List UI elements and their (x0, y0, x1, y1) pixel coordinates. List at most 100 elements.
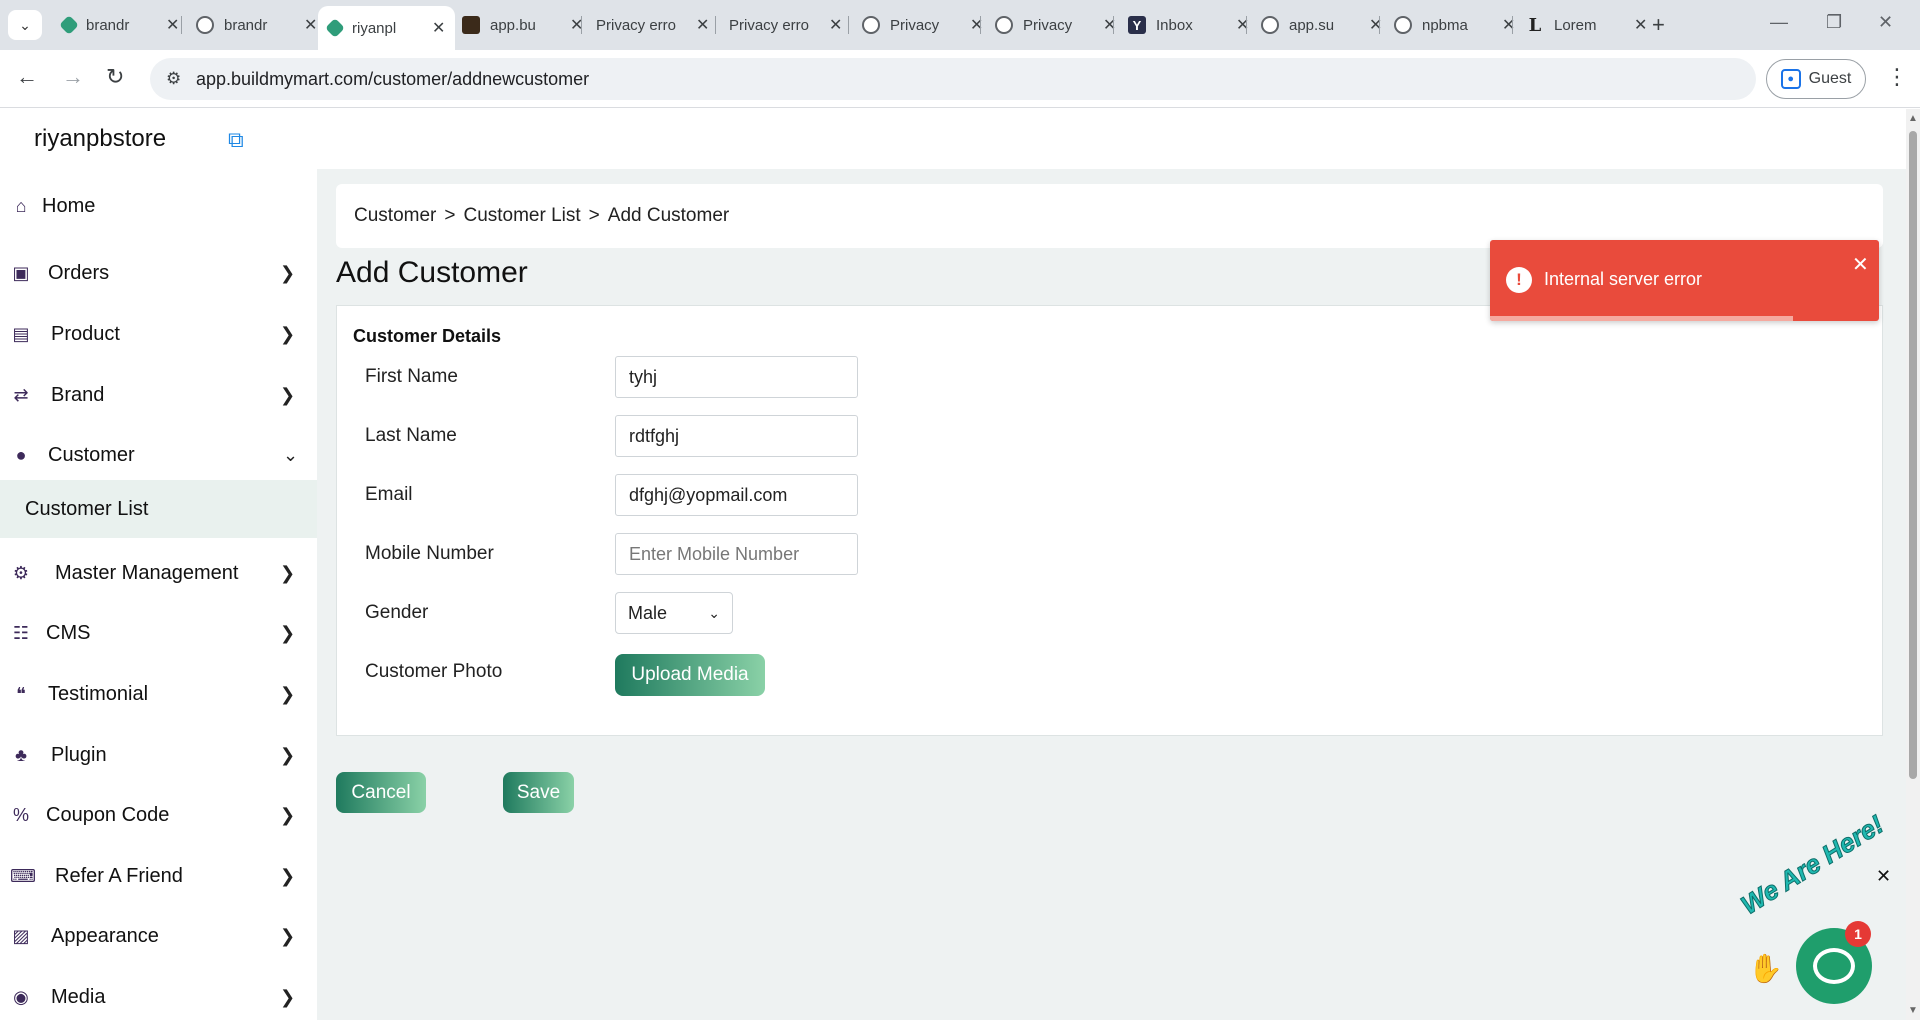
error-exclamation-icon: ! (1506, 267, 1532, 293)
yahoo-icon: Y (1128, 16, 1146, 34)
sidebar-item-orders[interactable]: ▣ Orders ❯ (0, 248, 317, 298)
scroll-up-arrow-icon[interactable]: ▲ (1908, 113, 1918, 124)
sidebar-item-customer[interactable]: ● Customer ⌄ (0, 430, 317, 480)
browser-tab[interactable]: brandr ✕ (186, 8, 327, 42)
tab-title: Privacy erro (596, 16, 677, 34)
app-topbar: riyanpbstore ⧉ (0, 109, 1906, 169)
sidebar-item-testimonial[interactable]: ❝ Testimonial ❯ (0, 669, 317, 719)
image-icon (462, 16, 480, 34)
toast-progress-bar (1490, 316, 1794, 321)
minimize-icon[interactable]: — (1770, 12, 1788, 33)
close-icon[interactable]: ✕ (829, 15, 842, 35)
mobile-number-label: Mobile Number (365, 543, 494, 564)
keyboard-icon: ⌨ (10, 865, 36, 886)
close-icon[interactable]: ✕ (970, 15, 983, 35)
close-icon[interactable]: ✕ (696, 15, 709, 35)
browser-tab[interactable]: Privacy erro ✕ (719, 8, 852, 42)
window-close-icon[interactable]: ✕ (1878, 12, 1893, 33)
tab-search-chevron-icon[interactable]: ⌄ (8, 10, 42, 40)
tab-title: npbma (1422, 16, 1468, 34)
back-arrow-icon[interactable]: ← (16, 64, 38, 90)
sidebar-item-plugin[interactable]: ♣ Plugin ❯ (0, 730, 317, 780)
chevron-right-icon: ❯ (280, 804, 296, 825)
tab-title: Privacy (890, 16, 940, 34)
close-icon[interactable]: ✕ (1369, 15, 1382, 35)
close-icon[interactable]: ✕ (1634, 15, 1647, 35)
address-bar[interactable]: ⚙ app.buildmymart.com/customer/addnewcus… (150, 58, 1756, 100)
sidebar-item-label: Plugin (51, 743, 107, 766)
new-tab-plus-icon[interactable]: + (1652, 12, 1665, 38)
first-name-input[interactable] (615, 356, 858, 398)
close-icon[interactable]: ✕ (166, 15, 179, 35)
quote-icon: ❝ (16, 683, 26, 704)
close-icon[interactable]: ✕ (432, 18, 445, 38)
forward-arrow-icon[interactable]: → (62, 64, 84, 90)
gender-select[interactable]: Male ⌄ (615, 592, 733, 634)
save-button[interactable]: Save (503, 772, 574, 813)
breadcrumb-item-customer-list[interactable]: Customer List (463, 205, 580, 227)
sidebar-item-customer-list[interactable]: Customer List (0, 480, 317, 538)
browser-tab[interactable]: L Lorem ✕ (1516, 8, 1657, 42)
sidebar-item-cms[interactable]: ☷ CMS ❯ (0, 608, 317, 658)
breadcrumb-item-customer[interactable]: Customer (354, 205, 436, 227)
scrollbar-thumb[interactable] (1909, 131, 1917, 779)
browser-tab[interactable]: app.su ✕ (1251, 8, 1392, 42)
close-icon[interactable]: ✕ (1103, 15, 1116, 35)
browser-tab[interactable]: Privacy ✕ (985, 8, 1126, 42)
lorem-icon: L (1528, 14, 1542, 36)
chevron-right-icon: ❯ (280, 683, 296, 704)
sidebar-item-brand[interactable]: ⇄ Brand ❯ (0, 370, 317, 420)
browser-tab[interactable]: app.bu ✕ (452, 8, 593, 42)
chevron-right-icon: ❯ (280, 323, 296, 344)
last-name-input[interactable] (615, 415, 858, 457)
sidebar-item-label: Media (51, 985, 106, 1008)
sidebar-item-label: Product (51, 322, 120, 345)
close-icon[interactable]: ✕ (1502, 15, 1515, 35)
gem-icon (59, 15, 79, 35)
upload-media-button[interactable]: Upload Media (615, 654, 765, 696)
sidebar-item-coupon-code[interactable]: % Coupon Code ❯ (0, 790, 317, 840)
chevron-right-icon: ❯ (280, 744, 296, 765)
gender-selected-value: Male (628, 602, 668, 623)
sidebar-item-refer-a-friend[interactable]: ⌨ Refer A Friend ❯ (0, 851, 317, 901)
restore-icon[interactable]: ❐ (1826, 12, 1842, 33)
chevron-right-icon: ❯ (280, 262, 296, 283)
tab-title: brandr (224, 16, 268, 34)
close-icon[interactable]: ✕ (1236, 15, 1249, 35)
browser-tab-active[interactable]: riyanpl ✕ (318, 6, 456, 50)
puzzle-icon: ♣ (15, 744, 27, 765)
sidebar-item-label: Brand (51, 383, 105, 406)
page-scrollbar[interactable]: ▲ ▼ (1906, 109, 1920, 1020)
sidebar-item-home[interactable]: ⌂ Home (0, 181, 317, 231)
scroll-down-arrow-icon[interactable]: ▼ (1908, 1005, 1918, 1016)
mobile-number-input[interactable] (615, 533, 858, 575)
shopping-bag-icon: ▣ (12, 262, 30, 283)
close-icon[interactable]: ✕ (304, 15, 317, 35)
site-settings-icon[interactable]: ⚙ (166, 69, 181, 89)
browser-tab[interactable]: npbma ✕ (1384, 8, 1525, 42)
close-icon[interactable]: ✕ (1852, 252, 1869, 277)
file-icon: ☷ (12, 622, 30, 643)
browser-tab[interactable]: brandr ✕ (52, 8, 189, 42)
gender-label: Gender (365, 602, 429, 623)
globe-icon (862, 16, 880, 34)
external-link-icon[interactable]: ⧉ (228, 127, 244, 153)
browser-tab[interactable]: Privacy erro ✕ (586, 8, 719, 42)
percent-icon: % (12, 804, 29, 825)
sidebar-item-label: Refer A Friend (55, 864, 183, 887)
email-input[interactable] (615, 474, 858, 516)
globe-icon (1394, 16, 1412, 34)
cancel-button[interactable]: Cancel (336, 772, 426, 813)
sidebar-item-product[interactable]: ▤ Product ❯ (0, 309, 317, 359)
browser-menu-icon[interactable]: ⋮ (1886, 64, 1908, 90)
reload-icon[interactable]: ↻ (106, 64, 124, 90)
browser-tab[interactable]: Privacy ✕ (852, 8, 993, 42)
sidebar-item-media[interactable]: ◉ Media ❯ (0, 972, 317, 1020)
sidebar-item-appearance[interactable]: ▨ Appearance ❯ (0, 911, 317, 961)
browser-tab[interactable]: Y Inbox ✕ (1118, 8, 1259, 42)
toast-message: Internal server error (1544, 269, 1703, 289)
sidebar-item-label: Master Management (55, 561, 239, 584)
profile-button[interactable]: ● Guest (1766, 59, 1866, 99)
sidebar-item-master-management[interactable]: ⚙ Master Management ❯ (0, 548, 317, 598)
chat-widget-close-icon[interactable]: ✕ (1876, 866, 1891, 887)
